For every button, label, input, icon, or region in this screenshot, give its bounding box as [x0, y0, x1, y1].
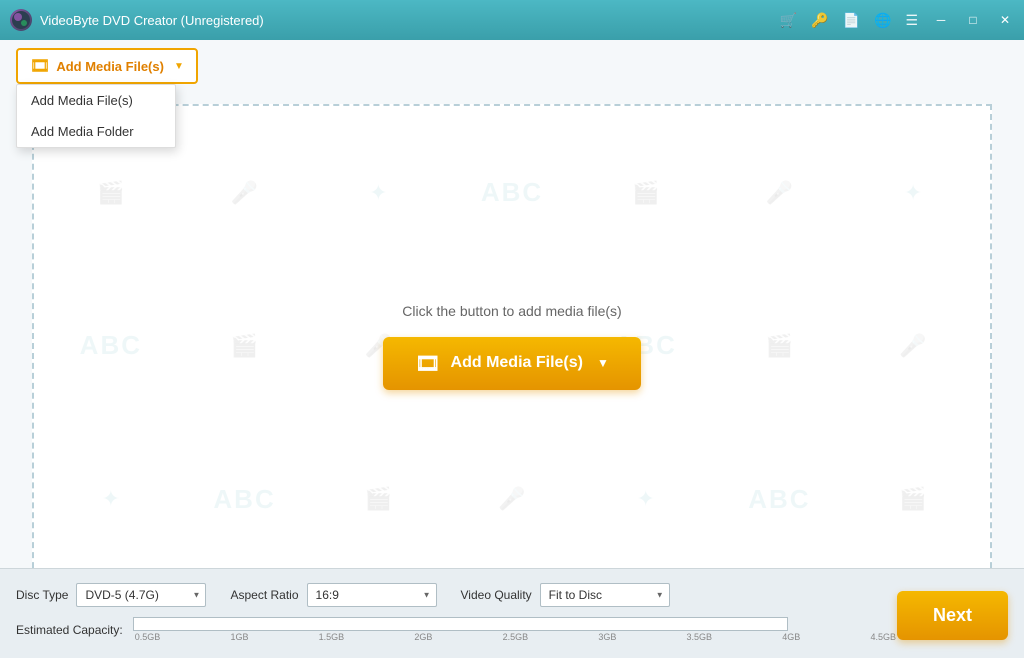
- app-title: VideoByte DVD Creator (Unregistered): [40, 13, 264, 28]
- dropdown-item-folder[interactable]: Add Media Folder: [17, 116, 175, 147]
- tick-6: 3.5GB: [687, 632, 713, 642]
- aspect-ratio-group: Aspect Ratio 16:9 4:3: [230, 583, 436, 607]
- big-add-label: Add Media File(s): [451, 354, 583, 372]
- big-dropdown-arrow-icon: ▼: [597, 356, 609, 370]
- aspect-ratio-wrapper: 16:9 4:3: [307, 583, 437, 607]
- disc-type-select[interactable]: DVD-5 (4.7G) DVD-9 (8.5G): [76, 583, 206, 607]
- dropdown-item-files[interactable]: Add Media File(s): [17, 85, 175, 116]
- settings-row: Disc Type DVD-5 (4.7G) DVD-9 (8.5G) Aspe…: [16, 577, 1008, 613]
- wm-star-icon-4: ✦: [44, 423, 178, 576]
- wm-text-abc-5: ABC: [713, 423, 847, 576]
- wm-mic-icon: 🎤: [178, 116, 312, 269]
- film-icon: 🎞: [30, 56, 50, 76]
- minimize-button[interactable]: ─: [932, 11, 950, 29]
- wm-film-icon-3: 🎬: [178, 269, 312, 422]
- wm-mic-icon-4: 🎤: [846, 269, 980, 422]
- wm-film-icon-5: 🎬: [311, 423, 445, 576]
- main-content: 🎬 🎤 ✦ ABC 🎬 🎤 ✦ ABC 🎬 🎤 ✦ ABC 🎬 🎤 ✦ ABC …: [0, 92, 1024, 620]
- tick-2: 1.5GB: [319, 632, 345, 642]
- video-quality-select[interactable]: Fit to Disc High Medium Low: [540, 583, 670, 607]
- video-quality-wrapper: Fit to Disc High Medium Low: [540, 583, 670, 607]
- wm-text-abc-4: ABC: [178, 423, 312, 576]
- title-bar-left: VideoByte DVD Creator (Unregistered): [10, 9, 264, 31]
- drop-zone-content: Click the button to add media file(s) 🎞 …: [383, 303, 641, 390]
- tick-0: 0.5GB: [135, 632, 161, 642]
- drop-zone: 🎬 🎤 ✦ ABC 🎬 🎤 ✦ ABC 🎬 🎤 ✦ ABC 🎬 🎤 ✦ ABC …: [32, 104, 992, 588]
- globe-icon[interactable]: 🌐: [874, 12, 891, 29]
- disc-type-label: Disc Type: [16, 588, 68, 602]
- key-icon[interactable]: 🔑: [811, 12, 828, 29]
- tick-7: 4GB: [782, 632, 800, 642]
- bottom-bar: Disc Type DVD-5 (4.7G) DVD-9 (8.5G) Aspe…: [0, 568, 1024, 658]
- tick-1: 1GB: [230, 632, 248, 642]
- title-bar: VideoByte DVD Creator (Unregistered) 🛒 🔑…: [0, 0, 1024, 40]
- file-icon[interactable]: 📄: [843, 12, 860, 29]
- wm-mic-icon-5: 🎤: [445, 423, 579, 576]
- video-quality-label: Video Quality: [461, 588, 532, 602]
- list-icon[interactable]: ☰: [905, 12, 918, 29]
- capacity-ticks: 0.5GB 1GB 1.5GB 2GB 2.5GB 3GB 3.5GB 4GB …: [133, 632, 898, 642]
- wm-film-icon-6: 🎬: [846, 423, 980, 576]
- add-media-button[interactable]: 🎞 Add Media File(s) ▼: [16, 48, 198, 84]
- cart-icon[interactable]: 🛒: [780, 12, 797, 29]
- wm-star-icon-5: ✦: [579, 423, 713, 576]
- tick-5: 3GB: [598, 632, 616, 642]
- wm-text-abc: ABC: [445, 116, 579, 269]
- aspect-ratio-select[interactable]: 16:9 4:3: [307, 583, 437, 607]
- wm-star-icon: ✦: [311, 116, 445, 269]
- wm-star-icon-2: ✦: [846, 116, 980, 269]
- toolbar: 🎞 Add Media File(s) ▼ Add Media File(s) …: [0, 40, 1024, 92]
- tick-3: 2GB: [414, 632, 432, 642]
- tick-4: 2.5GB: [503, 632, 529, 642]
- dropdown-arrow-icon: ▼: [174, 61, 184, 72]
- title-bar-controls: 🛒 🔑 📄 🌐 ☰ ─ □ ✕: [780, 11, 1014, 29]
- video-quality-group: Video Quality Fit to Disc High Medium Lo…: [461, 583, 670, 607]
- capacity-bar-area: 0.5GB 1GB 1.5GB 2GB 2.5GB 3GB 3.5GB 4GB …: [133, 617, 898, 642]
- dropdown-menu: Add Media File(s) Add Media Folder: [16, 84, 176, 148]
- next-button[interactable]: Next: [897, 591, 1008, 640]
- add-media-label: Add Media File(s): [56, 59, 164, 74]
- tick-8: 4.5GB: [870, 632, 896, 642]
- big-add-media-button[interactable]: 🎞 Add Media File(s) ▼: [383, 337, 641, 390]
- app-logo: [10, 9, 32, 31]
- capacity-label: Estimated Capacity:: [16, 623, 123, 637]
- big-film-icon: 🎞: [415, 351, 440, 376]
- disc-type-group: Disc Type DVD-5 (4.7G) DVD-9 (8.5G): [16, 583, 206, 607]
- capacity-bar: [133, 617, 788, 631]
- capacity-row: Estimated Capacity: 0.5GB 1GB 1.5GB 2GB …: [16, 617, 1008, 642]
- wm-film-icon-2: 🎬: [579, 116, 713, 269]
- wm-mic-icon-2: 🎤: [713, 116, 847, 269]
- maximize-button[interactable]: □: [964, 11, 982, 29]
- close-button[interactable]: ✕: [996, 11, 1014, 29]
- disc-type-wrapper: DVD-5 (4.7G) DVD-9 (8.5G): [76, 583, 206, 607]
- wm-text-abc-2: ABC: [44, 269, 178, 422]
- aspect-ratio-label: Aspect Ratio: [230, 588, 298, 602]
- drop-zone-hint: Click the button to add media file(s): [402, 303, 621, 319]
- wm-film-icon-4: 🎬: [713, 269, 847, 422]
